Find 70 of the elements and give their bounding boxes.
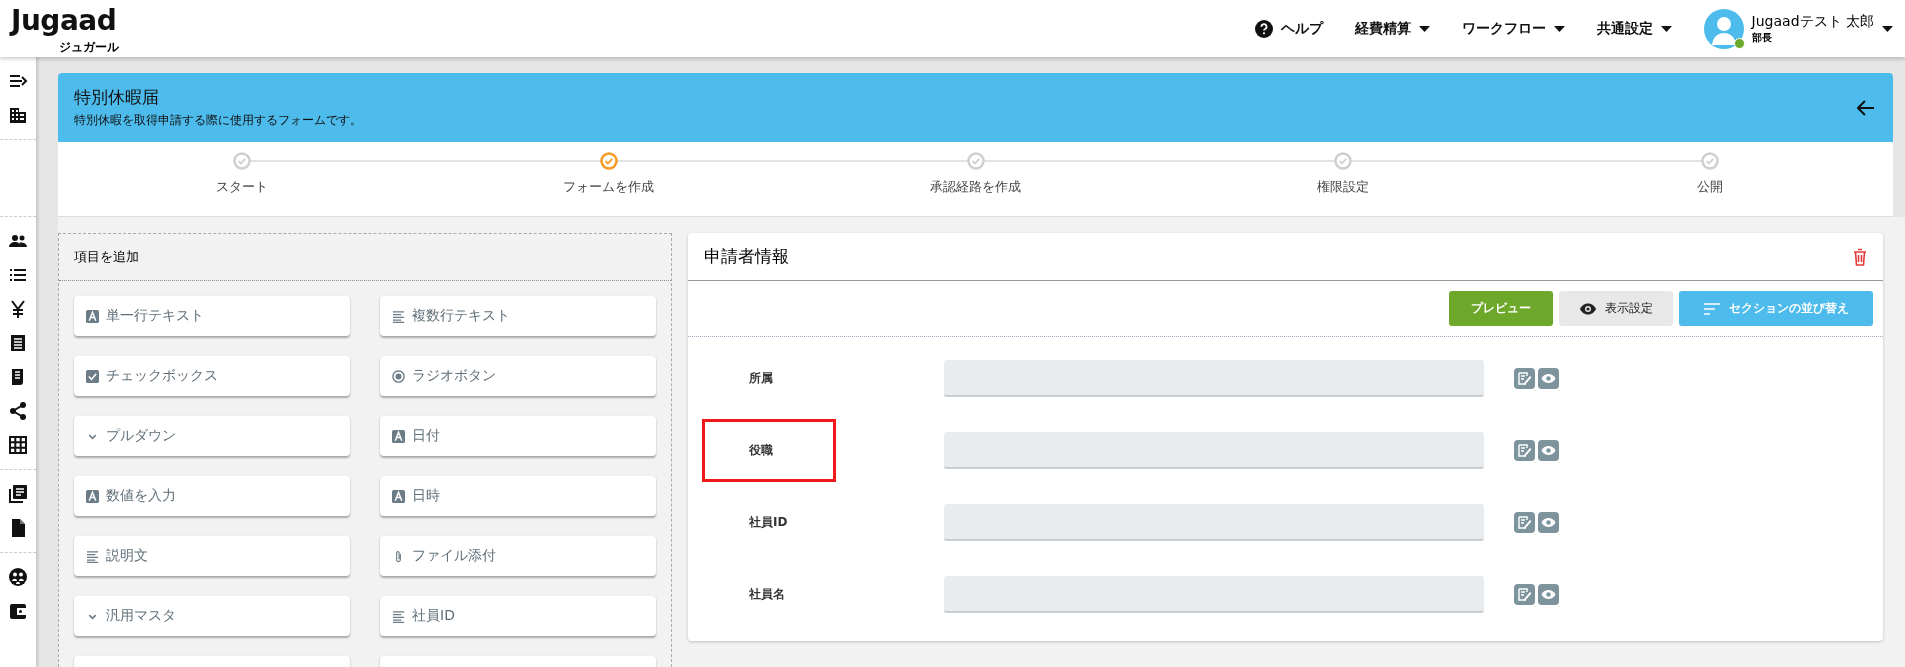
form-title: 特別休暇届 <box>74 86 160 109</box>
field-type-button[interactable]: プルダウン <box>74 416 350 456</box>
field-label: 役職 <box>702 418 836 482</box>
receipt-icon[interactable] <box>8 333 28 353</box>
building-icon[interactable] <box>8 105 28 125</box>
user-avatar[interactable] <box>1703 8 1744 49</box>
nav-menu[interactable]: ワークフロー <box>1461 19 1565 38</box>
help-link[interactable]: ヘルプ <box>1254 19 1323 38</box>
text-lines-icon <box>392 309 405 323</box>
eye-icon[interactable] <box>1538 583 1559 605</box>
help-icon <box>1254 19 1273 38</box>
preview-button[interactable]: プレビュー <box>1449 291 1553 326</box>
back-arrow-icon[interactable] <box>1857 99 1875 116</box>
nav-menu[interactable]: 経費精算 <box>1354 19 1430 38</box>
library-icon[interactable] <box>8 484 28 504</box>
eye-icon[interactable] <box>1538 439 1559 461</box>
text-lines-icon <box>392 609 405 623</box>
group-icon[interactable] <box>8 567 28 587</box>
field-type-button[interactable]: 社員ID <box>380 596 656 636</box>
user-role: 部長 <box>1751 30 1773 45</box>
trash-icon[interactable] <box>1853 247 1867 266</box>
step-label[interactable]: 権限設定 <box>1316 178 1369 196</box>
user-name[interactable]: Jugaadテスト 太郎 <box>1751 12 1874 31</box>
caret-icon <box>1418 25 1430 32</box>
caret-icon <box>1553 25 1565 32</box>
sort-icon <box>1703 302 1721 315</box>
section-title: 申請者情報 <box>704 245 789 268</box>
nav-menu[interactable]: 共通設定 <box>1596 19 1672 38</box>
field-type-button[interactable]: 汎用マスタ <box>74 596 350 636</box>
logo-subtitle: ジュガール <box>59 39 120 54</box>
text-field-icon <box>86 309 99 323</box>
share-icon[interactable] <box>8 401 28 421</box>
palette-title: 項目を追加 <box>74 248 139 266</box>
field-label: 所属 <box>748 369 774 387</box>
text-field-icon <box>392 489 405 503</box>
field-type-button[interactable]: 説明文 <box>74 536 350 576</box>
wallet-icon[interactable] <box>8 601 28 621</box>
field-label: 社員名 <box>748 585 786 603</box>
text-field-icon <box>392 429 405 443</box>
caret-icon[interactable] <box>1882 25 1893 32</box>
field-type-button[interactable]: 日付 <box>380 416 656 456</box>
field-label: 社員ID <box>748 513 789 531</box>
step-label[interactable]: スタート <box>215 178 268 196</box>
grid-icon[interactable] <box>8 435 28 455</box>
edit-icon[interactable] <box>1514 439 1535 461</box>
field-type-button[interactable]: 日時 <box>380 476 656 516</box>
step-label[interactable]: 承認経路を作成 <box>930 178 1021 196</box>
step-label[interactable]: 公開 <box>1696 178 1723 196</box>
display-settings-button[interactable]: 表示設定 <box>1559 291 1673 326</box>
eye-icon[interactable] <box>1538 367 1559 389</box>
radio-button-icon <box>392 369 405 383</box>
edit-icon[interactable] <box>1514 367 1535 389</box>
field-type-button[interactable]: ラジオボタン <box>380 356 656 396</box>
edit-icon[interactable] <box>1514 511 1535 533</box>
checkbox-icon <box>86 369 99 383</box>
caret-icon <box>1660 25 1672 32</box>
field-type-button[interactable]: チェックボックス <box>74 356 350 396</box>
field-type-button[interactable]: 複数行テキスト <box>380 296 656 336</box>
text-field-icon <box>86 489 99 503</box>
eye-icon[interactable] <box>1538 511 1559 533</box>
edit-icon[interactable] <box>1514 583 1535 605</box>
logo-wordmark: Jugaad <box>8 3 118 40</box>
field-type-button[interactable]: 単一行テキスト <box>74 296 350 336</box>
form-description: 特別休暇を取得申請する際に使用するフォームです。 <box>74 112 362 129</box>
step-label[interactable]: フォームを作成 <box>563 178 654 196</box>
field-type-button[interactable]: 数値を入力 <box>74 476 350 516</box>
text-lines-icon <box>86 549 99 563</box>
yen-icon[interactable] <box>8 299 28 319</box>
eye-icon <box>1579 302 1597 315</box>
field-type-button[interactable]: ファイル添付 <box>380 536 656 576</box>
